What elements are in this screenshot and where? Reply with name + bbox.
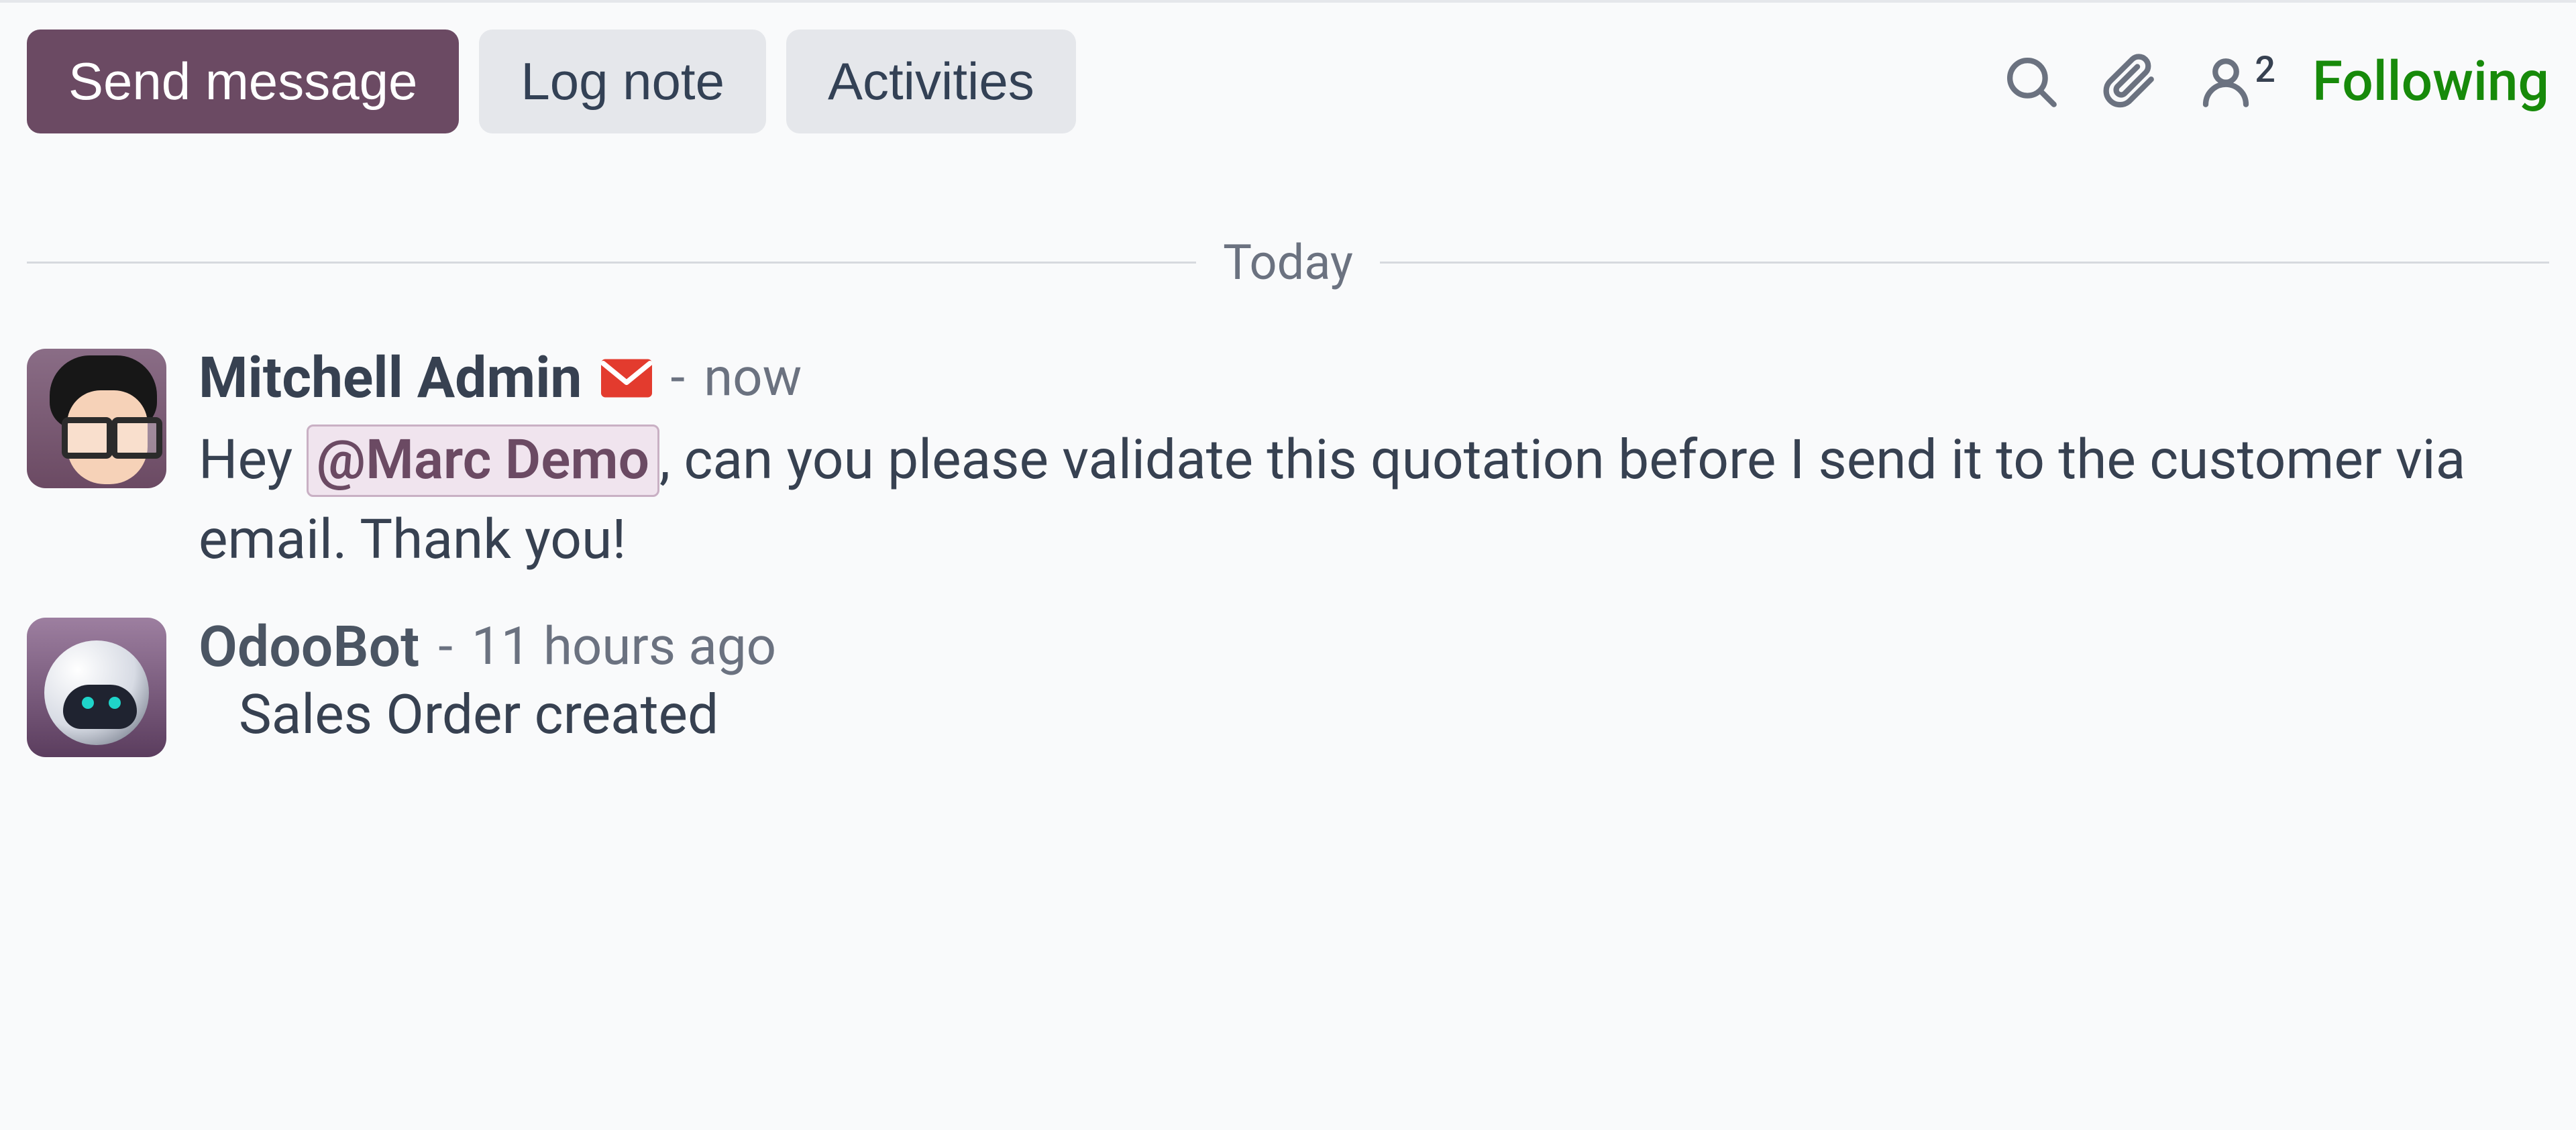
chatter-actions: 2 Following	[2001, 50, 2549, 114]
followers-button[interactable]: 2	[2196, 52, 2275, 112]
chatter-tabs: Send message Log note Activities	[27, 30, 1076, 133]
message-item: Mitchell Admin - now Hey @Marc Demo, can…	[27, 345, 2549, 580]
avatar[interactable]	[27, 349, 166, 488]
message-header: OdooBot - 11 hours ago	[199, 614, 2549, 680]
time-separator: -	[438, 616, 453, 677]
mention-chip[interactable]: @Marc Demo	[307, 425, 659, 497]
message-body: OdooBot - 11 hours ago Sales Order creat…	[199, 614, 2549, 747]
message-time: 11 hours ago	[472, 616, 776, 677]
message-header: Mitchell Admin - now	[199, 345, 2549, 411]
date-separator: Today	[27, 234, 2549, 291]
divider	[27, 262, 1196, 264]
message-author[interactable]: Mitchell Admin	[199, 345, 582, 411]
follower-count: 2	[2255, 49, 2275, 91]
send-message-button[interactable]: Send message	[27, 30, 459, 133]
message-text-prefix: Hey	[199, 428, 307, 492]
following-button[interactable]: Following	[2312, 50, 2549, 114]
divider	[1380, 262, 2549, 264]
date-label: Today	[1196, 234, 1380, 291]
log-note-button[interactable]: Log note	[479, 30, 766, 133]
avatar[interactable]	[27, 618, 166, 757]
search-icon[interactable]	[2001, 52, 2061, 112]
message-time: now	[704, 347, 802, 408]
message-content: Sales Order created	[199, 683, 2549, 747]
user-icon	[2196, 52, 2256, 112]
message-author[interactable]: OdooBot	[199, 614, 419, 680]
message-content: Hey @Marc Demo, can you please validate …	[199, 420, 2479, 580]
message-item: OdooBot - 11 hours ago Sales Order creat…	[27, 614, 2549, 757]
chatter-header: Send message Log note Activities	[27, 3, 2549, 133]
envelope-icon[interactable]	[601, 358, 652, 398]
chatter-panel: Send message Log note Activities	[0, 0, 2576, 831]
attachment-icon[interactable]	[2098, 52, 2159, 112]
time-separator: -	[671, 347, 686, 408]
activities-button[interactable]: Activities	[786, 30, 1076, 133]
message-body: Mitchell Admin - now Hey @Marc Demo, can…	[199, 345, 2549, 580]
